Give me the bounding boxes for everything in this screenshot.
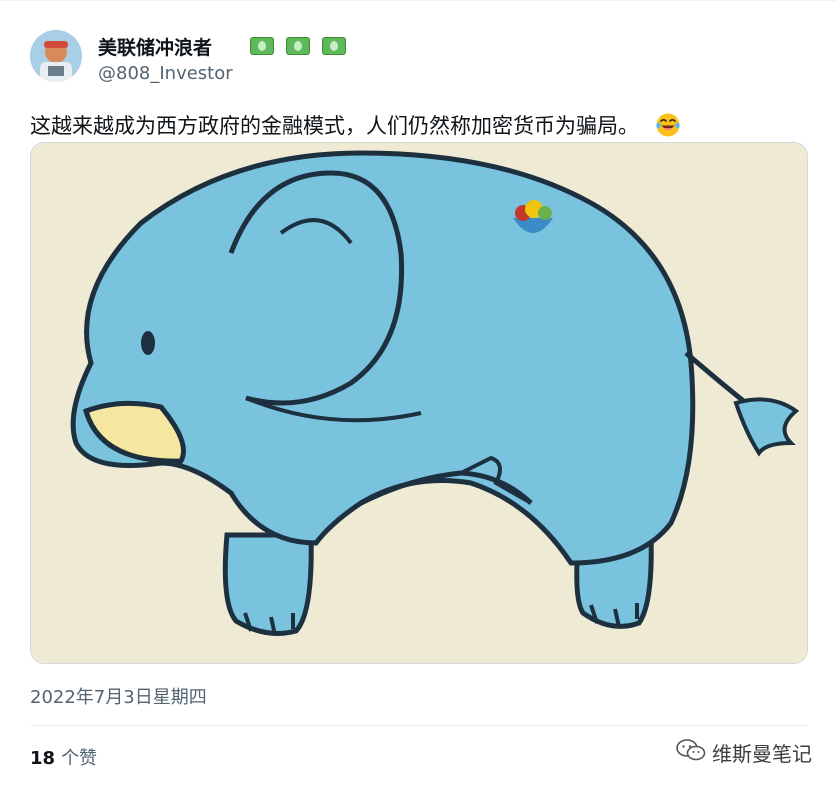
likes-summary[interactable]: 18 个赞: [30, 744, 97, 770]
likes-label: 个赞: [61, 748, 98, 769]
wechat-icon: [676, 738, 706, 767]
top-edge: [0, 0, 836, 1]
face-with-tears-of-joy-icon: [655, 112, 681, 138]
watermark-text: 维斯曼笔记: [712, 742, 812, 766]
money-with-wings-icon: [286, 37, 310, 55]
watermark: 维斯曼笔记: [676, 738, 812, 767]
tweet-timestamp[interactable]: 2022年7月3日星期四: [30, 683, 207, 709]
elephant-illustration: [31, 143, 807, 663]
money-with-wings-icon: [250, 37, 274, 55]
money-with-wings-icon: [322, 37, 346, 55]
likes-count: 18: [30, 748, 56, 769]
user-handle[interactable]: @808_Investor: [98, 63, 233, 84]
divider: [30, 725, 808, 726]
name-emoji-group: [250, 37, 346, 55]
display-name[interactable]: 美联储冲浪者: [98, 33, 212, 60]
tweet-text: 这越来越成为西方政府的金融模式，人们仍然称加密货币为骗局。: [30, 110, 681, 140]
avatar[interactable]: [30, 30, 82, 82]
tweet-image[interactable]: [30, 142, 808, 664]
tweet-text-content: 这越来越成为西方政府的金融模式，人们仍然称加密货币为骗局。: [30, 114, 639, 138]
